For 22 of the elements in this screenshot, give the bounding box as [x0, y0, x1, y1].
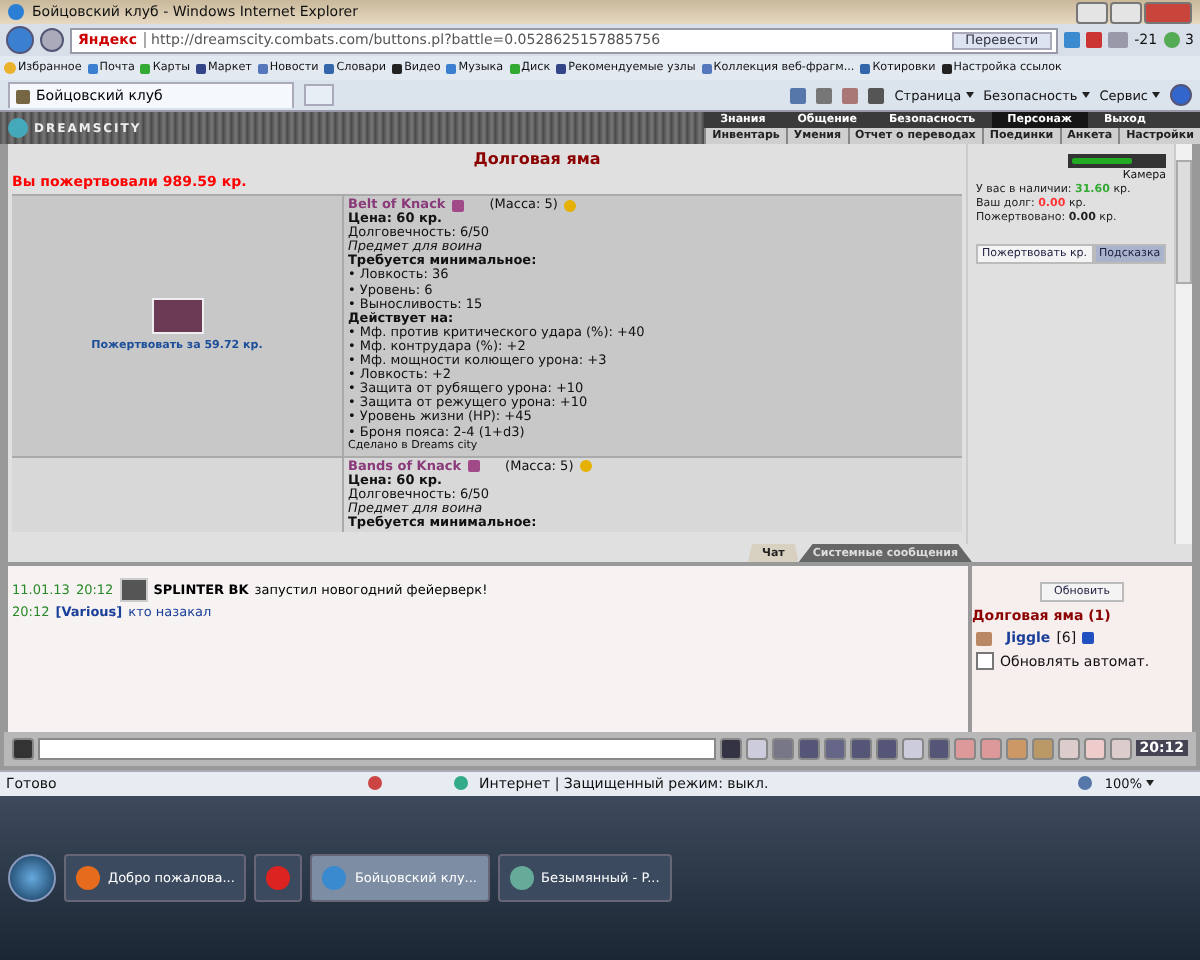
camera-widget[interactable] [1068, 154, 1166, 168]
smile-button[interactable] [12, 737, 34, 759]
forward-button[interactable] [40, 28, 64, 52]
toolbar-button[interactable] [823, 737, 846, 759]
toolbar-button[interactable] [797, 737, 820, 759]
close-button[interactable] [1144, 1, 1192, 23]
avatar-icon [119, 578, 148, 602]
maximize-button[interactable] [1110, 1, 1142, 23]
toolbar-button[interactable] [875, 737, 898, 759]
taskbar-item[interactable] [254, 853, 303, 902]
start-button[interactable] [8, 853, 56, 902]
new-tab-button[interactable] [304, 84, 334, 106]
toolbar-button[interactable] [927, 737, 950, 759]
item-image [151, 298, 203, 335]
scrollbar[interactable] [1174, 144, 1192, 544]
toolbar-button[interactable] [719, 737, 742, 759]
back-button[interactable] [6, 26, 34, 54]
page-title: Долговая яма [471, 148, 603, 172]
auto-refresh-checkbox[interactable] [976, 652, 994, 670]
toolbar-button[interactable] [849, 737, 872, 759]
chat-input[interactable] [38, 737, 716, 759]
minimize-button[interactable] [1076, 1, 1108, 23]
